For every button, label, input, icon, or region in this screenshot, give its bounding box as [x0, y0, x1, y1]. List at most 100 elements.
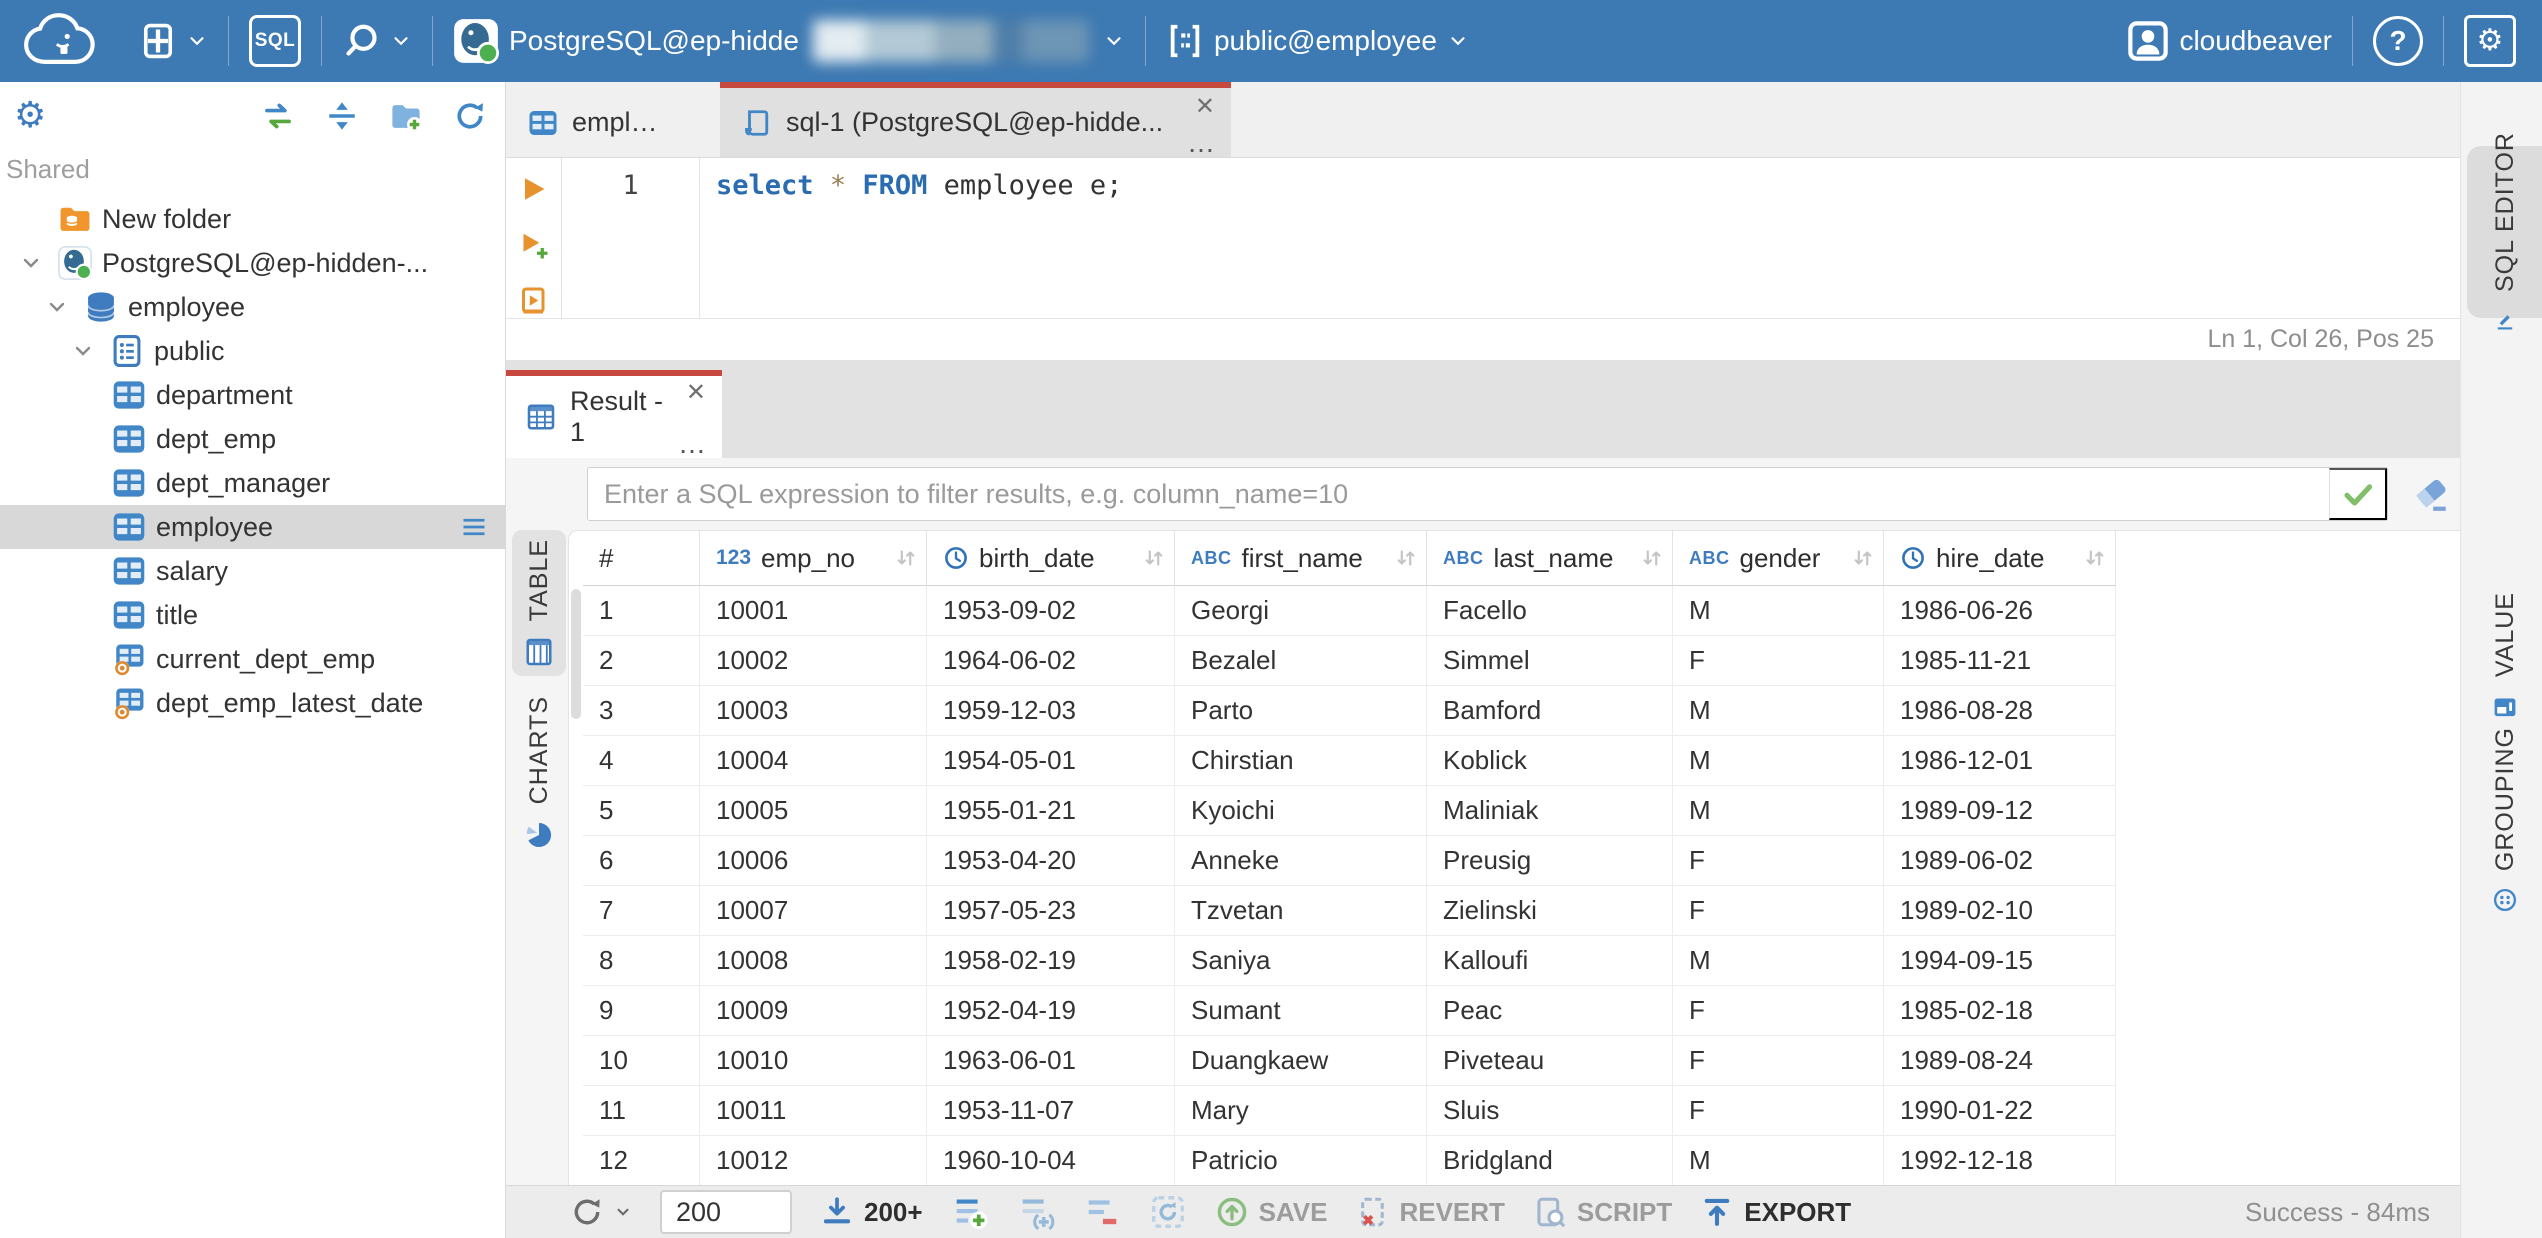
- grid-cell[interactable]: Mary: [1175, 1086, 1427, 1136]
- save-button[interactable]: SAVE: [1215, 1195, 1327, 1229]
- sort-icon[interactable]: [1394, 546, 1418, 570]
- add-folder-icon[interactable]: [389, 99, 423, 133]
- sidebar-item-current_dept_emp[interactable]: current_dept_emp: [0, 637, 505, 681]
- grid-cell[interactable]: Kalloufi: [1427, 936, 1673, 986]
- grid-cell[interactable]: M: [1673, 686, 1884, 736]
- sql-code-area[interactable]: select * FROM employee e;: [700, 158, 2460, 318]
- grid-cell[interactable]: Chirstian: [1175, 736, 1427, 786]
- column-header-last_name[interactable]: ABC last_name: [1427, 531, 1673, 586]
- grid-cell[interactable]: 1954-05-01: [927, 736, 1175, 786]
- row-number-cell[interactable]: 5: [583, 786, 700, 836]
- clear-filter-button[interactable]: [2408, 472, 2452, 516]
- grid-cell[interactable]: 10002: [700, 636, 927, 686]
- grid-cell[interactable]: 1953-09-02: [927, 586, 1175, 636]
- grid-cell[interactable]: Koblick: [1427, 736, 1673, 786]
- grid-cell[interactable]: 10006: [700, 836, 927, 886]
- row-number-cell[interactable]: 8: [583, 936, 700, 986]
- grid-cell[interactable]: 1953-04-20: [927, 836, 1175, 886]
- more-icon[interactable]: …: [1187, 127, 1215, 159]
- grid-cell[interactable]: 10011: [700, 1086, 927, 1136]
- more-icon[interactable]: …: [678, 428, 706, 460]
- help-button[interactable]: ?: [2353, 0, 2443, 82]
- grid-cell[interactable]: 1990-01-22: [1884, 1086, 2116, 1136]
- collapse-all-icon[interactable]: [325, 99, 359, 133]
- row-limit-input[interactable]: [660, 1190, 792, 1234]
- sidebar-item-employee[interactable]: employee: [0, 505, 505, 549]
- tab-table-view[interactable]: TABLE: [512, 530, 566, 676]
- execute-new-tab-icon[interactable]: [519, 230, 549, 260]
- search-connection-button[interactable]: [322, 0, 432, 82]
- schema-selector[interactable]: public@employee: [1146, 0, 1489, 82]
- grid-cell[interactable]: Piveteau: [1427, 1036, 1673, 1086]
- sidebar-item-New-folder[interactable]: New folder: [0, 197, 505, 241]
- grid-cell[interactable]: Peac: [1427, 986, 1673, 1036]
- close-icon[interactable]: ✕: [1195, 92, 1215, 121]
- row-number-cell[interactable]: 6: [583, 836, 700, 886]
- grid-cell[interactable]: 10010: [700, 1036, 927, 1086]
- grid-cell[interactable]: 1986-06-26: [1884, 586, 2116, 636]
- tab-sql-editor[interactable]: sql-1 (PostgreSQL@ep-hidde... ✕ …: [720, 82, 1231, 159]
- sidebar-item-employee[interactable]: employee: [0, 285, 505, 329]
- grid-cell[interactable]: F: [1673, 1086, 1884, 1136]
- cloudbeaver-logo-icon[interactable]: [14, 8, 110, 74]
- grid-cell[interactable]: Anneke: [1175, 836, 1427, 886]
- sidebar-item-dept_manager[interactable]: dept_manager: [0, 461, 505, 505]
- filter-input[interactable]: [588, 468, 2329, 520]
- execute-script-icon[interactable]: [519, 286, 549, 316]
- grid-cell[interactable]: F: [1673, 986, 1884, 1036]
- column-header-birth_date[interactable]: birth_date: [927, 531, 1175, 586]
- row-number-cell[interactable]: 9: [583, 986, 700, 1036]
- grid-cell[interactable]: Bamford: [1427, 686, 1673, 736]
- grid-cell[interactable]: Kyoichi: [1175, 786, 1427, 836]
- grid-cell[interactable]: M: [1673, 1136, 1884, 1185]
- new-connection-button[interactable]: [120, 0, 228, 82]
- sort-icon[interactable]: [1851, 546, 1875, 570]
- sidebar-item-public[interactable]: public: [0, 329, 505, 373]
- grid-cell[interactable]: 1989-02-10: [1884, 886, 2116, 936]
- refresh-cell-button[interactable]: [1149, 1193, 1187, 1231]
- grid-cell[interactable]: 1958-02-19: [927, 936, 1175, 986]
- grid-cell[interactable]: 1994-09-15: [1884, 936, 2116, 986]
- grid-cell[interactable]: Bezalel: [1175, 636, 1427, 686]
- grid-cell[interactable]: Bridgland: [1427, 1136, 1673, 1185]
- sidebar-item-dept_emp_latest_date[interactable]: dept_emp_latest_date: [0, 681, 505, 725]
- sidebar-item-salary[interactable]: salary: [0, 549, 505, 593]
- row-number-cell[interactable]: 11: [583, 1086, 700, 1136]
- grid-cell[interactable]: 10009: [700, 986, 927, 1036]
- grid-cell[interactable]: 1952-04-19: [927, 986, 1175, 1036]
- grid-cell[interactable]: 1986-12-01: [1884, 736, 2116, 786]
- sidebar-item-dept_emp[interactable]: dept_emp: [0, 417, 505, 461]
- grid-cell[interactable]: 1957-05-23: [927, 886, 1175, 936]
- tab-sql-editor-panel[interactable]: SQL EDITOR: [2467, 132, 2542, 330]
- script-button[interactable]: SCRIPT: [1533, 1195, 1672, 1229]
- grid-cell[interactable]: Facello: [1427, 586, 1673, 636]
- sidebar-item-department[interactable]: department: [0, 373, 505, 417]
- grid-cell[interactable]: M: [1673, 936, 1884, 986]
- grid-cell[interactable]: 1953-11-07: [927, 1086, 1175, 1136]
- grid-cell[interactable]: Parto: [1175, 686, 1427, 736]
- grid-cell[interactable]: 1989-08-24: [1884, 1036, 2116, 1086]
- grid-cell[interactable]: F: [1673, 1036, 1884, 1086]
- settings-button[interactable]: ⚙: [2444, 0, 2542, 82]
- grid-cell[interactable]: Sluis: [1427, 1086, 1673, 1136]
- grid-cell[interactable]: 10001: [700, 586, 927, 636]
- sort-icon[interactable]: [894, 546, 918, 570]
- row-number-cell[interactable]: 2: [583, 636, 700, 686]
- row-number-cell[interactable]: 4: [583, 736, 700, 786]
- close-icon[interactable]: ✕: [686, 378, 706, 407]
- sort-icon[interactable]: [2083, 546, 2107, 570]
- grid-cell[interactable]: Duangkaew: [1175, 1036, 1427, 1086]
- user-menu-button[interactable]: cloudbeaver: [2107, 0, 2352, 82]
- open-sql-editor-button[interactable]: SQL: [229, 0, 321, 82]
- tab-value-panel[interactable]: VALUE: [2467, 576, 2542, 736]
- grid-cell[interactable]: Georgi: [1175, 586, 1427, 636]
- sort-icon[interactable]: [1142, 546, 1166, 570]
- row-number-header[interactable]: #: [583, 531, 700, 586]
- delete-row-button[interactable]: [1083, 1193, 1121, 1231]
- row-number-cell[interactable]: 7: [583, 886, 700, 936]
- row-number-cell[interactable]: 10: [583, 1036, 700, 1086]
- sort-icon[interactable]: [1640, 546, 1664, 570]
- chevron-down-icon[interactable]: [45, 295, 69, 319]
- refresh-icon[interactable]: [453, 99, 487, 133]
- chevron-down-icon[interactable]: [19, 251, 43, 275]
